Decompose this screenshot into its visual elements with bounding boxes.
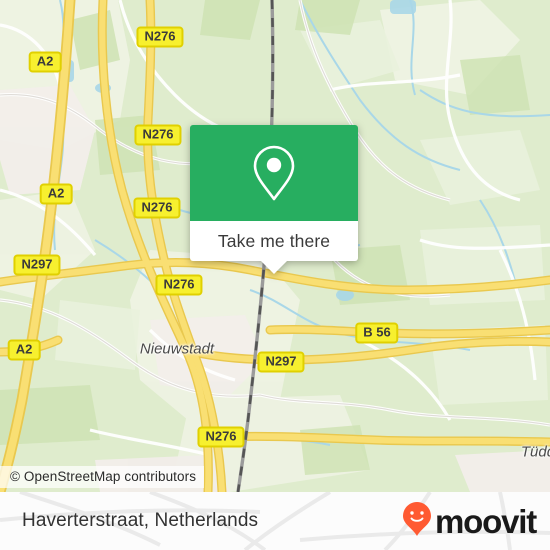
moovit-smiley-pin-icon <box>402 501 432 542</box>
map-pin-icon <box>251 144 297 202</box>
callout-action-bar[interactable]: Take me there <box>190 221 358 261</box>
road-shield: B 56 <box>355 322 399 344</box>
road-shield: N276 <box>155 274 203 296</box>
road-shield: N276 <box>136 26 184 48</box>
map-canvas[interactable]: N276 A2 N276 A2 N276 N297 N276 B 56 A2 N297 N276 N… <box>0 0 550 492</box>
road-shield: A2 <box>28 51 62 73</box>
road-shield: N276 <box>134 124 182 146</box>
road-shield: N276 <box>133 197 181 219</box>
road-shield: N297 <box>13 254 61 276</box>
road-shield: N297 <box>257 351 305 373</box>
callout-icon-panel <box>190 125 358 221</box>
osm-attribution[interactable]: © OpenStreetMap contributors <box>0 466 205 488</box>
location-title: Haverterstraat, Netherlands <box>22 510 259 531</box>
road-shield: A2 <box>7 339 41 361</box>
road-shield: A2 <box>39 183 73 205</box>
take-me-there-label: Take me there <box>217 230 331 251</box>
callout-tail-pointer <box>260 260 288 274</box>
place-label: Tüdd <box>520 443 550 461</box>
place-label: Nieuwstadt <box>139 340 215 358</box>
moovit-logo[interactable]: moovit <box>402 501 537 542</box>
moovit-map-screen: N276 A2 N276 A2 N276 N297 N276 B 56 A2 N297 N276 N… <box>0 0 550 550</box>
road-shield: N276 <box>197 426 245 448</box>
moovit-wordmark: moovit <box>435 502 537 540</box>
footer-bar: Haverterstraat, Netherlands moovit <box>0 492 550 550</box>
take-me-there-callout[interactable]: Take me there <box>190 125 358 274</box>
